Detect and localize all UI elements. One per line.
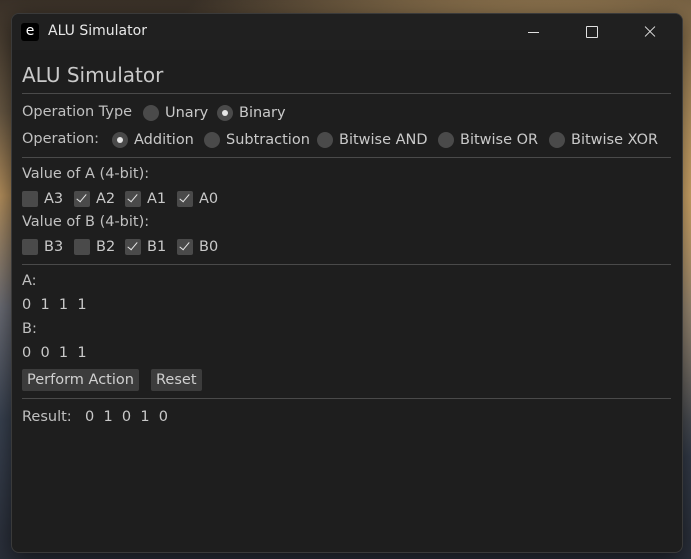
app-icon: e <box>21 23 39 41</box>
checkbox-label: B0 <box>199 239 219 255</box>
checkbox-indicator[interactable] <box>125 191 141 207</box>
checkbox-a3[interactable]: A3 <box>22 189 63 209</box>
radio-label: Bitwise XOR <box>571 132 659 148</box>
checkbox-indicator[interactable] <box>177 239 193 255</box>
radio-addition[interactable]: Addition <box>112 130 194 150</box>
window-title: ALU Simulator <box>48 23 147 39</box>
checkbox-label: A2 <box>96 191 116 207</box>
minimize-icon[interactable] <box>510 14 556 50</box>
checkbox-indicator[interactable] <box>74 191 90 207</box>
radio-subtraction[interactable]: Subtraction <box>204 130 310 150</box>
close-icon[interactable] <box>627 14 673 50</box>
radio-label: Bitwise OR <box>460 132 539 148</box>
checkbox-b3[interactable]: B3 <box>22 237 63 257</box>
radio-unary[interactable]: Unary <box>143 103 208 123</box>
checkbox-a0[interactable]: A0 <box>177 189 218 209</box>
radio-label: Binary <box>239 105 286 121</box>
result-value: 0 1 0 1 0 <box>85 409 168 425</box>
radio-label: Bitwise AND <box>339 132 428 148</box>
checkbox-label: B2 <box>96 239 116 255</box>
checkbox-b1[interactable]: B1 <box>125 237 166 257</box>
operation-label: Operation: <box>22 131 100 147</box>
b-display-value: 0 0 1 1 <box>22 345 87 361</box>
radio-indicator[interactable] <box>143 105 159 121</box>
radio-bitwise-xor[interactable]: Bitwise XOR <box>549 130 658 150</box>
radio-indicator[interactable] <box>112 132 128 148</box>
divider <box>22 93 671 94</box>
value-b-label: Value of B (4-bit): <box>22 214 150 230</box>
checkbox-a1[interactable]: A1 <box>125 189 166 209</box>
radio-indicator[interactable] <box>217 105 233 121</box>
title-bar[interactable]: e ALU Simulator <box>12 14 682 50</box>
radio-indicator[interactable] <box>204 132 220 148</box>
divider <box>22 264 671 265</box>
radio-bitwise-and[interactable]: Bitwise AND <box>317 130 428 150</box>
b-display-label: B: <box>22 321 37 337</box>
operation-type-label: Operation Type <box>22 104 133 120</box>
app-window: e ALU Simulator ALU Simulator Operation … <box>11 13 683 553</box>
radio-label: Addition <box>134 132 194 148</box>
page-title: ALU Simulator <box>22 63 164 87</box>
checkbox-indicator[interactable] <box>22 239 38 255</box>
checkbox-label: B3 <box>44 239 64 255</box>
divider <box>22 157 671 158</box>
radio-label: Subtraction <box>226 132 310 148</box>
value-a-label: Value of A (4-bit): <box>22 166 150 182</box>
result-label: Result: <box>22 409 72 425</box>
reset-button[interactable]: Reset <box>151 369 202 391</box>
checkbox-indicator[interactable] <box>22 191 38 207</box>
perform-action-button[interactable]: Perform Action <box>22 369 139 391</box>
radio-bitwise-or[interactable]: Bitwise OR <box>438 130 538 150</box>
radio-indicator[interactable] <box>549 132 565 148</box>
checkbox-label: A0 <box>199 191 219 207</box>
divider <box>22 398 671 399</box>
radio-indicator[interactable] <box>317 132 333 148</box>
checkbox-label: B1 <box>147 239 167 255</box>
checkbox-indicator[interactable] <box>177 191 193 207</box>
radio-indicator[interactable] <box>438 132 454 148</box>
checkbox-b0[interactable]: B0 <box>177 237 218 257</box>
a-display-label: A: <box>22 273 37 289</box>
checkbox-indicator[interactable] <box>74 239 90 255</box>
maximize-icon[interactable] <box>568 14 614 50</box>
checkbox-label: A3 <box>44 191 64 207</box>
radio-binary[interactable]: Binary <box>217 103 286 123</box>
checkbox-a2[interactable]: A2 <box>74 189 115 209</box>
checkbox-label: A1 <box>147 191 167 207</box>
radio-label: Unary <box>165 105 209 121</box>
checkbox-indicator[interactable] <box>125 239 141 255</box>
checkbox-b2[interactable]: B2 <box>74 237 115 257</box>
a-display-value: 0 1 1 1 <box>22 297 87 313</box>
